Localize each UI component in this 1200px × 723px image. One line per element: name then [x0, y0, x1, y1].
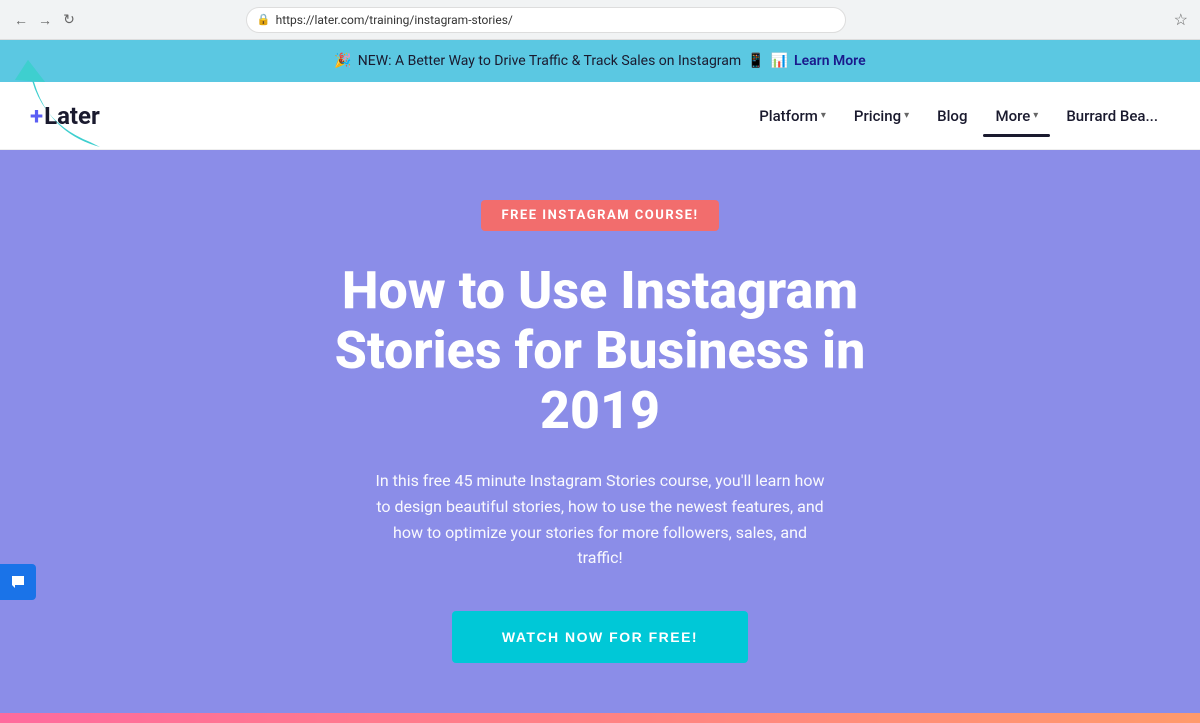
- forward-button[interactable]: →: [36, 11, 54, 29]
- announcement-text: NEW: A Better Way to Drive Traffic & Tra…: [358, 53, 741, 69]
- browser-nav-buttons: ← → ↻: [12, 11, 78, 29]
- watch-now-button[interactable]: WATCH NOW FOR FREE!: [452, 611, 748, 663]
- chat-icon: [9, 573, 27, 591]
- platform-chevron-icon: ▾: [821, 110, 826, 121]
- announcement-emoji2: 📱: [747, 53, 764, 69]
- announcement-emoji: 🎉: [334, 53, 351, 69]
- refresh-button[interactable]: ↻: [60, 11, 78, 29]
- nav-account[interactable]: Burrard Bea...: [1054, 99, 1170, 133]
- bookmark-icon[interactable]: ☆: [1174, 10, 1188, 29]
- hero-description: In this free 45 minute Instagram Stories…: [375, 468, 825, 570]
- lock-icon: 🔒: [257, 13, 271, 26]
- nav-item-blog[interactable]: Blog: [925, 99, 979, 133]
- nav-platform-label: Platform: [759, 107, 818, 125]
- course-badge: FREE INSTAGRAM COURSE!: [481, 200, 718, 231]
- announcement-link[interactable]: Learn More: [794, 53, 866, 69]
- logo[interactable]: +Later: [30, 102, 100, 130]
- navbar: +Later Platform ▾ Pricing ▾ Blog More ▾ …: [0, 82, 1200, 150]
- address-bar[interactable]: 🔒 https://later.com/training/instagram-s…: [246, 7, 846, 33]
- nav-more-label: More: [995, 107, 1030, 125]
- url-text: https://later.com/training/instagram-sto…: [276, 13, 513, 27]
- logo-text: Later: [44, 102, 100, 130]
- nav-item-more[interactable]: More ▾: [983, 99, 1050, 133]
- hero-title: How to Use Instagram Stories for Busines…: [300, 261, 900, 440]
- bottom-bar: [0, 713, 1200, 723]
- more-chevron-icon: ▾: [1033, 110, 1038, 121]
- pricing-chevron-icon: ▾: [904, 110, 909, 121]
- nav-links: Platform ▾ Pricing ▾ Blog More ▾ Burrard…: [747, 99, 1170, 133]
- announcement-bar: 🎉 NEW: A Better Way to Drive Traffic & T…: [0, 40, 1200, 82]
- logo-plus: +: [30, 102, 43, 130]
- nav-item-platform[interactable]: Platform ▾: [747, 99, 838, 133]
- hero-section: FREE INSTAGRAM COURSE! How to Use Instag…: [0, 150, 1200, 723]
- nav-item-pricing[interactable]: Pricing ▾: [842, 99, 921, 133]
- nav-blog-label: Blog: [937, 107, 967, 125]
- announcement-emoji3: 📊: [771, 53, 788, 69]
- chat-widget[interactable]: [0, 564, 36, 600]
- browser-chrome: ← → ↻ 🔒 https://later.com/training/insta…: [0, 0, 1200, 40]
- nav-pricing-label: Pricing: [854, 107, 901, 125]
- back-button[interactable]: ←: [12, 11, 30, 29]
